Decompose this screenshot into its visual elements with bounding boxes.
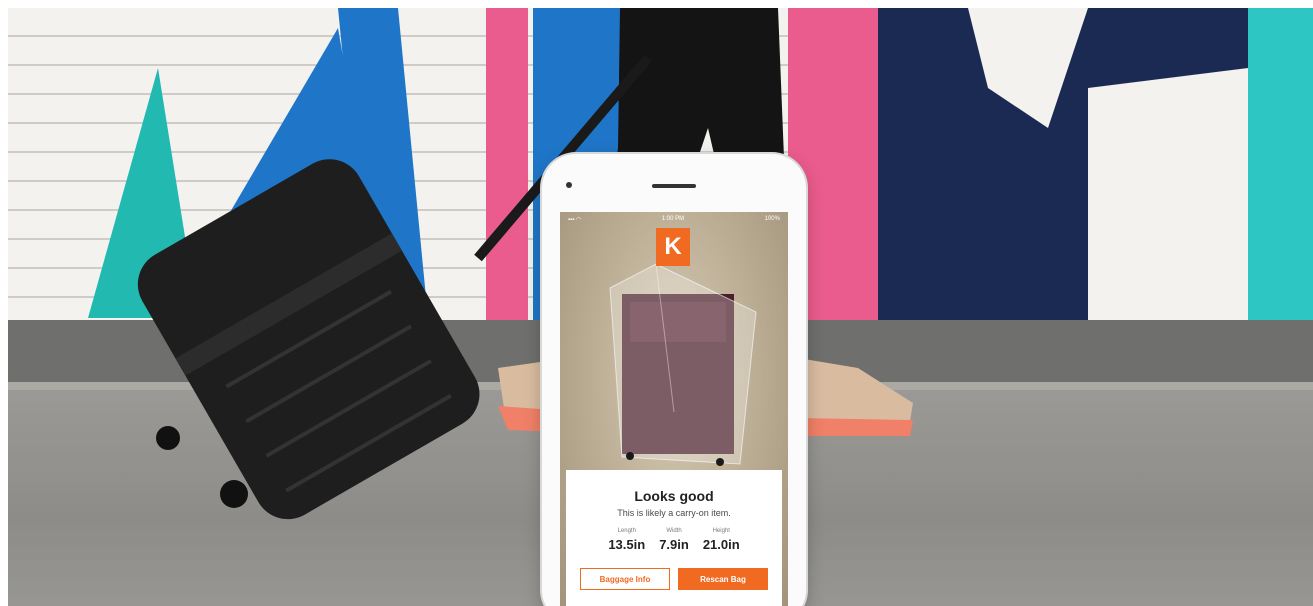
dimension-value: 13.5in [608, 537, 646, 552]
dimension-label: Height [712, 528, 730, 534]
app-logo: K [656, 228, 690, 266]
baggage-info-button[interactable]: Baggage Info [580, 568, 670, 590]
dimension-value: 21.0in [702, 537, 740, 552]
smartphone: ▪▪▪ ◠ 1:00 PM 100% K Looks good This is … [542, 154, 806, 606]
dimension-label: Width [666, 528, 682, 534]
app-screen: ▪▪▪ ◠ 1:00 PM 100% K Looks good This is … [560, 212, 788, 606]
earpiece-speaker [652, 184, 696, 188]
dimensions-row: Length 13.5in Width 7.9in Height 21.0in [566, 528, 782, 552]
height-dimension: Height 21.0in [703, 528, 740, 552]
rescan-bag-button[interactable]: Rescan Bag [678, 568, 768, 590]
action-buttons: Baggage Info Rescan Bag [566, 568, 782, 590]
length-dimension: Length 13.5in [608, 528, 645, 552]
width-dimension: Width 7.9in [659, 528, 689, 552]
dimension-label: Length [617, 528, 636, 534]
result-title: Looks good [634, 488, 714, 504]
dimension-value: 7.9in [659, 537, 689, 552]
front-camera [566, 182, 572, 188]
photo-scene: ▪▪▪ ◠ 1:00 PM 100% K Looks good This is … [8, 8, 1313, 606]
result-card: Looks good This is likely a carry-on ite… [566, 470, 782, 606]
result-subtitle: This is likely a carry-on item. [617, 508, 731, 518]
